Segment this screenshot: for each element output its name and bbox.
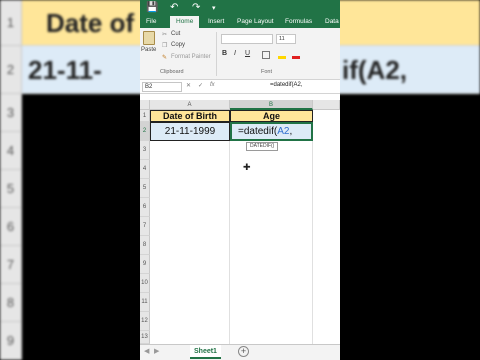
tab-data[interactable]: Data <box>325 16 339 28</box>
sheet-tab-bar: ◀ ▶ Sheet1 + <box>140 344 340 360</box>
italic-button[interactable]: I <box>234 50 236 57</box>
bold-button[interactable]: B <box>222 50 227 57</box>
enter-icon[interactable]: ✓ <box>198 82 203 89</box>
paste-button[interactable]: Paste <box>141 47 156 53</box>
tab-file[interactable]: File <box>146 16 156 28</box>
copy-icon[interactable]: ❐ <box>162 42 167 49</box>
column-header-b[interactable]: B <box>230 100 313 110</box>
row-header[interactable]: 12 <box>140 312 150 331</box>
column-a-gridline <box>150 141 230 344</box>
select-all-corner[interactable] <box>140 100 150 110</box>
ribbon-separator <box>216 32 217 76</box>
row-header[interactable]: 13 <box>140 331 150 344</box>
bg-row-header: 3 <box>0 94 22 132</box>
row-header[interactable]: 1 <box>140 110 150 122</box>
column-header-c[interactable] <box>313 100 340 110</box>
bg-text-formula: if(A2, <box>342 55 407 85</box>
name-box[interactable]: B2 <box>142 82 182 92</box>
row-header[interactable]: 4 <box>140 160 150 179</box>
formula-comma: , <box>289 126 293 137</box>
font-name-dropdown[interactable] <box>221 34 273 44</box>
fill-color-icon[interactable] <box>278 51 286 59</box>
font-color-icon[interactable] <box>292 51 300 59</box>
formula-input[interactable]: =datedif(A2, <box>270 82 303 88</box>
cell-a1[interactable]: Date of Birth <box>150 110 230 122</box>
cut-button[interactable]: Cut <box>171 31 180 37</box>
row-header[interactable]: 11 <box>140 293 150 312</box>
row-header[interactable]: 2 <box>140 122 150 141</box>
ribbon-tabs: 💾 ↶ ↷ ▾ File Home Insert Page Layout For… <box>140 0 340 28</box>
bg-row-header: 4 <box>0 132 22 170</box>
cell-grid: 1 2 3 4 5 6 7 8 9 10 11 12 13 Date of Bi… <box>140 110 340 344</box>
save-icon[interactable]: 💾 <box>146 2 158 13</box>
fx-icon[interactable]: fx <box>210 82 215 88</box>
row-header[interactable]: 3 <box>140 141 150 160</box>
bg-text-date-value: 21-11- <box>28 55 102 85</box>
font-group-label: Font <box>261 69 273 75</box>
column-headers: A B <box>140 100 340 110</box>
tab-formulas[interactable]: Formulas <box>285 16 312 28</box>
scroll-left-icon[interactable]: ◀ <box>144 347 149 355</box>
cell-b1[interactable]: Age <box>230 110 313 122</box>
formula-bar: B2 ✕ ✓ fx =datedif(A2, <box>140 80 340 94</box>
function-tooltip[interactable]: DATEDIF() <box>246 142 279 151</box>
format-painter-icon[interactable]: ✎ <box>162 54 167 61</box>
bg-row-header: 6 <box>0 208 22 246</box>
row-header[interactable]: 8 <box>140 236 150 255</box>
underline-button[interactable]: U <box>245 50 250 57</box>
bg-row-header: 5 <box>0 170 22 208</box>
bg-row-header: 2 <box>0 46 22 94</box>
row-header[interactable]: 9 <box>140 255 150 274</box>
tab-home[interactable]: Home <box>170 16 200 28</box>
borders-icon[interactable] <box>262 51 270 59</box>
row-header[interactable]: 5 <box>140 179 150 198</box>
format-painter-button[interactable]: Format Painter <box>171 54 211 60</box>
paste-icon[interactable] <box>143 31 155 45</box>
tab-insert[interactable]: Insert <box>208 16 224 28</box>
copy-button[interactable]: Copy <box>171 42 185 48</box>
bg-text-date-of: Date of <box>46 8 135 38</box>
clipboard-group-label: Clipboard <box>160 69 184 75</box>
row-header[interactable]: 10 <box>140 274 150 293</box>
bg-row-header: 7 <box>0 246 22 284</box>
column-header-a[interactable]: A <box>150 100 230 110</box>
sheet-tab-sheet1[interactable]: Sheet1 <box>190 345 221 359</box>
font-size-dropdown[interactable]: 11 <box>276 34 296 44</box>
cell-b2[interactable]: =datedif(A2, <box>230 122 313 141</box>
scroll-right-icon[interactable]: ▶ <box>154 347 159 355</box>
ribbon-home-panel: Paste ✂ Cut ❐ Copy ✎ Format Painter Clip… <box>140 28 340 80</box>
formula-text: =datedif( <box>238 126 278 137</box>
cut-icon[interactable]: ✂ <box>162 31 167 38</box>
cancel-icon[interactable]: ✕ <box>186 82 191 89</box>
bg-row-header: 1 <box>0 0 22 46</box>
cell-a2[interactable]: 21-11-1999 <box>150 122 230 141</box>
undo-icon[interactable]: ↶ <box>170 2 178 13</box>
customize-icon[interactable]: ▾ <box>212 4 216 12</box>
column-c-gridline <box>313 110 340 344</box>
row-header[interactable]: 7 <box>140 217 150 236</box>
cell-reference: A2 <box>277 126 290 137</box>
add-sheet-button[interactable]: + <box>238 346 249 357</box>
row-header[interactable]: 6 <box>140 198 150 217</box>
redo-icon[interactable]: ↷ <box>192 2 200 13</box>
ribbon: 💾 ↶ ↷ ▾ File Home Insert Page Layout For… <box>140 0 340 80</box>
bg-row-header: 9 <box>0 322 22 360</box>
tab-page-layout[interactable]: Page Layout <box>237 16 274 28</box>
bg-row-header: 8 <box>0 284 22 322</box>
excel-window: 💾 ↶ ↷ ▾ File Home Insert Page Layout For… <box>140 0 340 360</box>
mouse-cursor-icon: ✚ <box>243 162 251 172</box>
